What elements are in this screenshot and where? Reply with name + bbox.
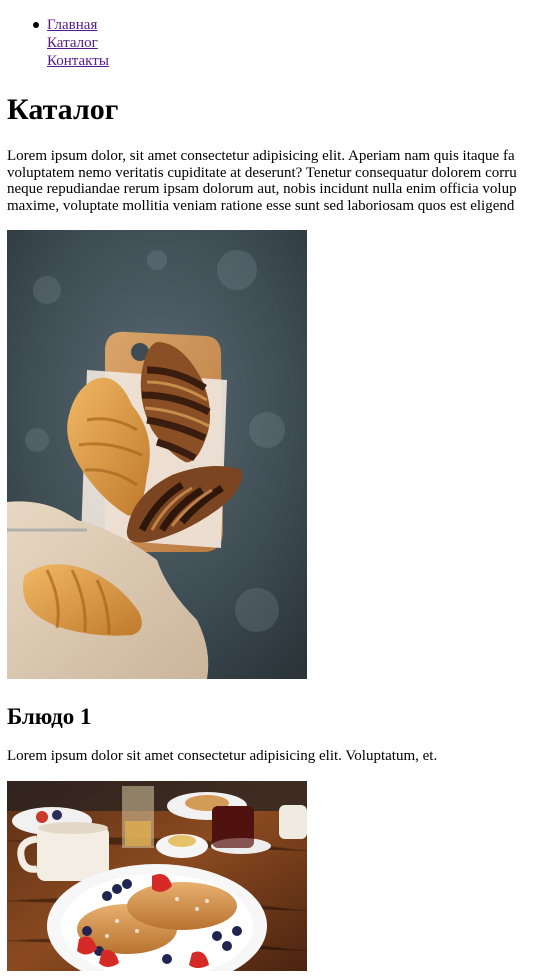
dish-title: Блюдо 1 xyxy=(7,704,92,729)
pancakes-photo xyxy=(7,781,307,971)
nav-link-catalog[interactable]: Каталог xyxy=(47,35,98,51)
nav-item-catalog: Каталог xyxy=(47,34,547,52)
page: Главная Каталог Контакты Каталог Lorem i… xyxy=(0,16,547,971)
intro-line: voluptatem nemo veritatis cupiditate at … xyxy=(7,164,517,181)
intro-line: neque repudiandae rerum ipsam dolorum au… xyxy=(7,181,517,197)
nav-item-contacts: Контакты xyxy=(47,52,547,70)
intro-paragraph: Lorem ipsum dolor, sit amet consectetur … xyxy=(7,148,547,214)
nav-link-home[interactable]: Главная xyxy=(47,17,97,33)
page-title: Каталог xyxy=(7,93,119,126)
dish-description: Lorem ipsum dolor sit amet consectetur a… xyxy=(7,748,438,764)
croissants-photo xyxy=(7,230,307,679)
nav-list: Главная Каталог Контакты xyxy=(7,16,547,70)
intro-line: maxime, voluptate mollitia veniam ration… xyxy=(7,197,515,214)
nav-item-home: Главная xyxy=(33,16,547,34)
main-nav: Главная Каталог Контакты xyxy=(7,16,547,70)
nav-link-contacts[interactable]: Контакты xyxy=(47,53,109,69)
intro-line: Lorem ipsum dolor, sit amet consectetur … xyxy=(7,148,515,164)
